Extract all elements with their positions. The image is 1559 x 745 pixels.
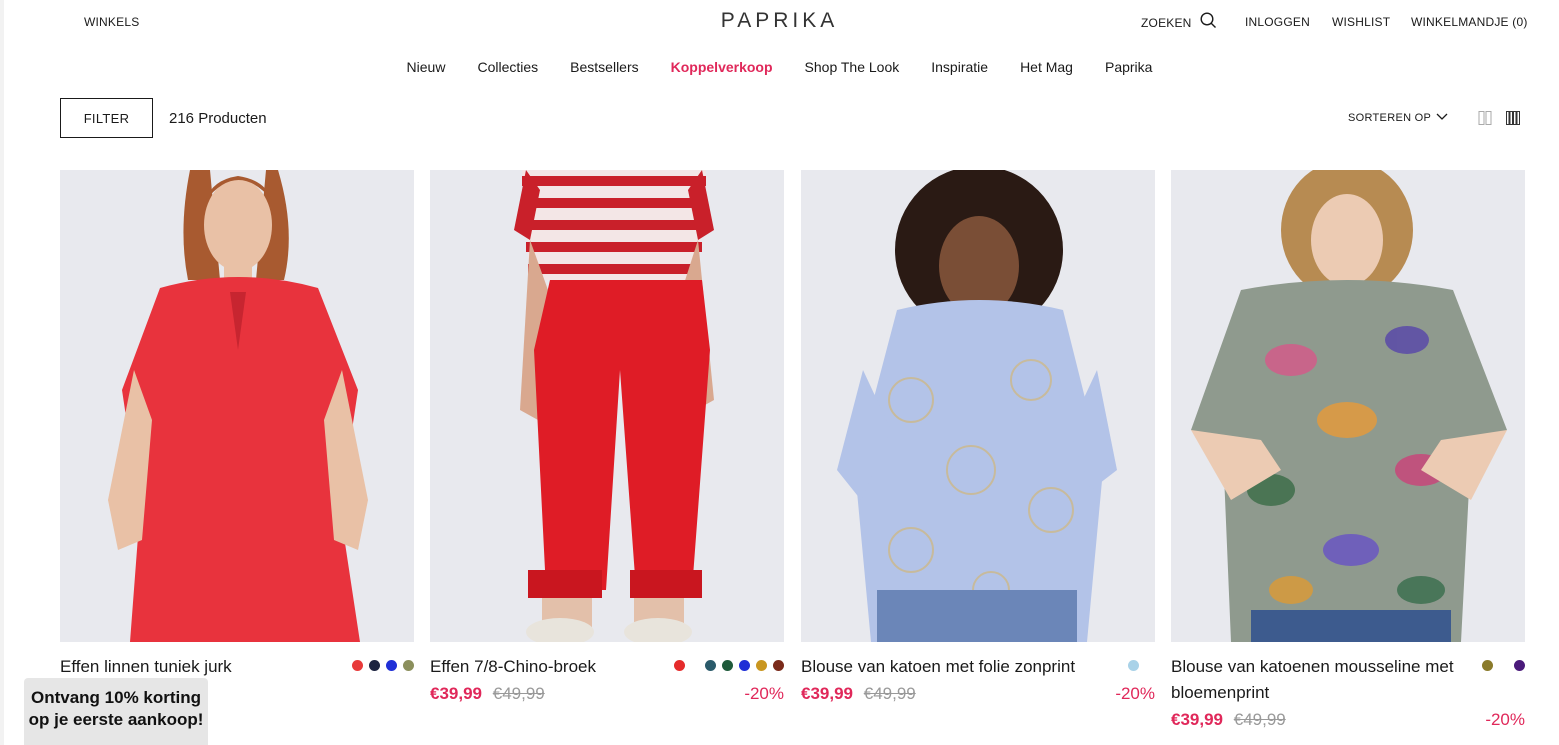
sale-price: €39,99 [1171,710,1223,729]
color-swatch[interactable] [386,660,397,671]
discount-promo-popup[interactable]: Ontvang 10% korting op je eerste aankoop… [24,678,208,745]
product-name[interactable]: Blouse van katoen met folie zonprint [801,654,1131,680]
nav-item-inspiratie[interactable]: Inspiratie [931,59,988,75]
nav-item-nieuw[interactable]: Nieuw [407,59,446,75]
search-label: ZOEKEN [1141,16,1192,30]
original-price: €49,99 [492,684,545,703]
product-count: 216 Producten [169,110,267,127]
cart-link[interactable]: WINKELMANDJE (0) [1411,15,1528,29]
original-price: €49,99 [863,684,916,703]
sort-label: SORTEREN OP [1348,112,1432,124]
product-card[interactable]: Effen 7/8-Chino-broek €39,99 €49,99 -20% [430,170,784,708]
color-swatch[interactable] [403,660,414,671]
chevron-down-icon [1436,112,1448,124]
color-swatches [1128,660,1139,671]
product-image[interactable] [430,170,784,642]
product-image[interactable] [1171,170,1525,642]
search-button[interactable]: ZOEKEN [1141,12,1217,34]
nav-item-shop-the-look[interactable]: Shop The Look [805,59,900,75]
wishlist-link[interactable]: WISHLIST [1332,15,1390,29]
sort-dropdown[interactable]: SORTEREN OP [1348,112,1448,124]
color-swatches [674,660,784,671]
nav-item-paprika[interactable]: Paprika [1105,59,1152,75]
color-swatches [1482,660,1525,671]
discount-badge: -20% [1485,710,1525,729]
page-edge [0,0,4,745]
color-swatch[interactable] [369,660,380,671]
sale-price: €39,99 [801,684,853,703]
login-link[interactable]: INLOGGEN [1245,15,1310,29]
top-bar: WINKELS PAPRIKA ZOEKEN INLOGGEN WISHLIST… [0,0,1559,44]
color-swatch[interactable] [756,660,767,671]
nav-item-collecties[interactable]: Collecties [477,59,538,75]
main-navigation: Nieuw Collecties Bestsellers Koppelverko… [0,59,1559,75]
color-swatch[interactable] [722,660,733,671]
grid-4-columns-icon[interactable] [1506,111,1520,125]
nav-item-koppelverkoop[interactable]: Koppelverkoop [671,59,773,75]
color-swatch[interactable] [773,660,784,671]
original-price: €49,99 [1233,710,1286,729]
color-swatch[interactable] [1128,660,1139,671]
product-card[interactable]: Blouse van katoenen mousseline met bloem… [1171,170,1525,734]
color-swatch[interactable] [1514,660,1525,671]
product-name[interactable]: Effen linnen tuniek jurk [60,654,350,680]
nav-item-bestsellers[interactable]: Bestsellers [570,59,638,75]
color-swatch[interactable] [674,660,685,671]
color-swatch[interactable] [1482,660,1493,671]
color-swatch[interactable] [352,660,363,671]
price-row: €39,99 €49,99 -20% [801,684,1155,708]
sale-price: €39,99 [430,684,482,703]
color-swatch[interactable] [705,660,716,671]
filter-button[interactable]: FILTER [60,98,153,138]
logo[interactable]: PAPRIKA [0,9,1559,33]
search-icon [1200,12,1217,34]
product-card[interactable]: Effen linnen tuniek jurk [60,170,414,678]
grid-2-columns-icon[interactable] [1478,111,1492,125]
product-name[interactable]: Blouse van katoenen mousseline met bloem… [1171,654,1461,706]
product-image[interactable] [801,170,1155,642]
nav-item-het-mag[interactable]: Het Mag [1020,59,1073,75]
discount-badge: -20% [1115,684,1155,703]
price-row: €39,99 €49,99 -20% [430,684,784,708]
color-swatch[interactable] [739,660,750,671]
price-row: €39,99 €49,99 -20% [1171,710,1525,734]
product-image[interactable] [60,170,414,642]
product-card[interactable]: Blouse van katoen met folie zonprint €39… [801,170,1155,708]
color-swatches [352,660,414,671]
discount-badge: -20% [744,684,784,703]
